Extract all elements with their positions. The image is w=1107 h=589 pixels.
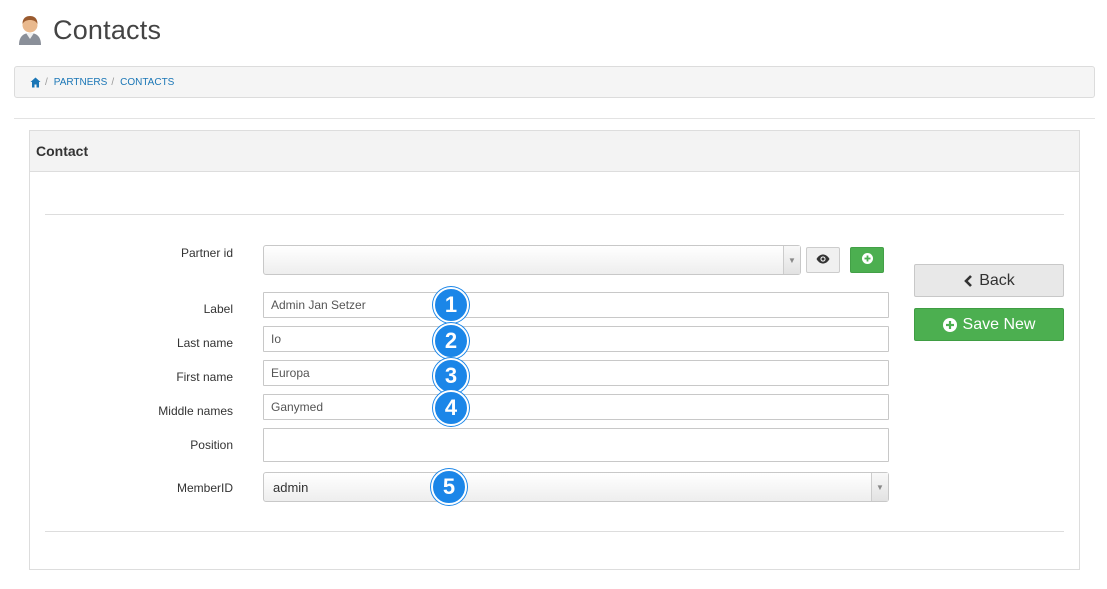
first-name-input[interactable]: Europa — [263, 360, 889, 386]
back-button-label: Back — [979, 271, 1015, 289]
step-badge-3: 3 — [433, 358, 469, 394]
plus-circle-icon — [942, 317, 957, 332]
step-badge-5: 5 — [431, 469, 467, 505]
save-new-button[interactable]: Save New — [914, 308, 1064, 341]
save-new-button-label: Save New — [962, 315, 1036, 333]
position-label: Position — [190, 438, 233, 452]
step-badge-1: 1 — [433, 287, 469, 323]
position-input[interactable] — [263, 428, 889, 462]
middle-names-label: Middle names — [158, 404, 233, 418]
home-icon[interactable] — [30, 77, 41, 88]
step-badge-4: 4 — [433, 390, 469, 426]
member-id-value: admin — [273, 479, 309, 495]
label-input[interactable]: Admin Jan Setzer — [263, 292, 889, 318]
divider — [45, 214, 1064, 215]
page-title: Contacts — [53, 14, 162, 45]
step-badge-2: 2 — [433, 323, 469, 359]
member-id-label: MemberID — [176, 481, 233, 495]
first-name-label: First name — [176, 370, 233, 384]
contact-panel: Contact Partner id ▼ Label Admin Jan Set… — [29, 130, 1080, 570]
middle-names-input[interactable]: Ganymed — [263, 394, 889, 420]
eye-icon — [816, 251, 830, 269]
view-partner-button[interactable] — [806, 247, 840, 273]
last-name-label: Last name — [176, 336, 233, 350]
caret-down-icon[interactable]: ▼ — [871, 473, 888, 501]
label-field-label: Label — [203, 302, 233, 316]
member-id-select[interactable]: admin ▼ — [263, 472, 889, 502]
breadcrumb-separator: / — [45, 76, 48, 88]
breadcrumb-link-partners[interactable]: PARTNERS — [54, 77, 108, 88]
panel-title: Contact — [30, 131, 1079, 172]
user-contact-icon — [17, 14, 43, 46]
back-button[interactable]: Back — [914, 264, 1064, 297]
caret-down-icon[interactable]: ▼ — [783, 246, 800, 274]
partner-id-select[interactable]: ▼ — [263, 245, 801, 275]
breadcrumb: / PARTNERS / CONTACTS — [14, 66, 1095, 98]
page-header: Contacts — [17, 10, 161, 50]
plus-circle-icon — [861, 251, 873, 269]
breadcrumb-separator: / — [111, 76, 115, 88]
add-partner-button[interactable] — [850, 247, 884, 273]
breadcrumb-link-contacts[interactable]: CONTACTS — [120, 77, 174, 88]
last-name-input[interactable]: Io — [263, 326, 889, 352]
divider — [14, 118, 1095, 119]
divider — [45, 531, 1064, 532]
chevron-left-icon — [963, 274, 973, 287]
partner-id-label: Partner id — [180, 246, 233, 260]
